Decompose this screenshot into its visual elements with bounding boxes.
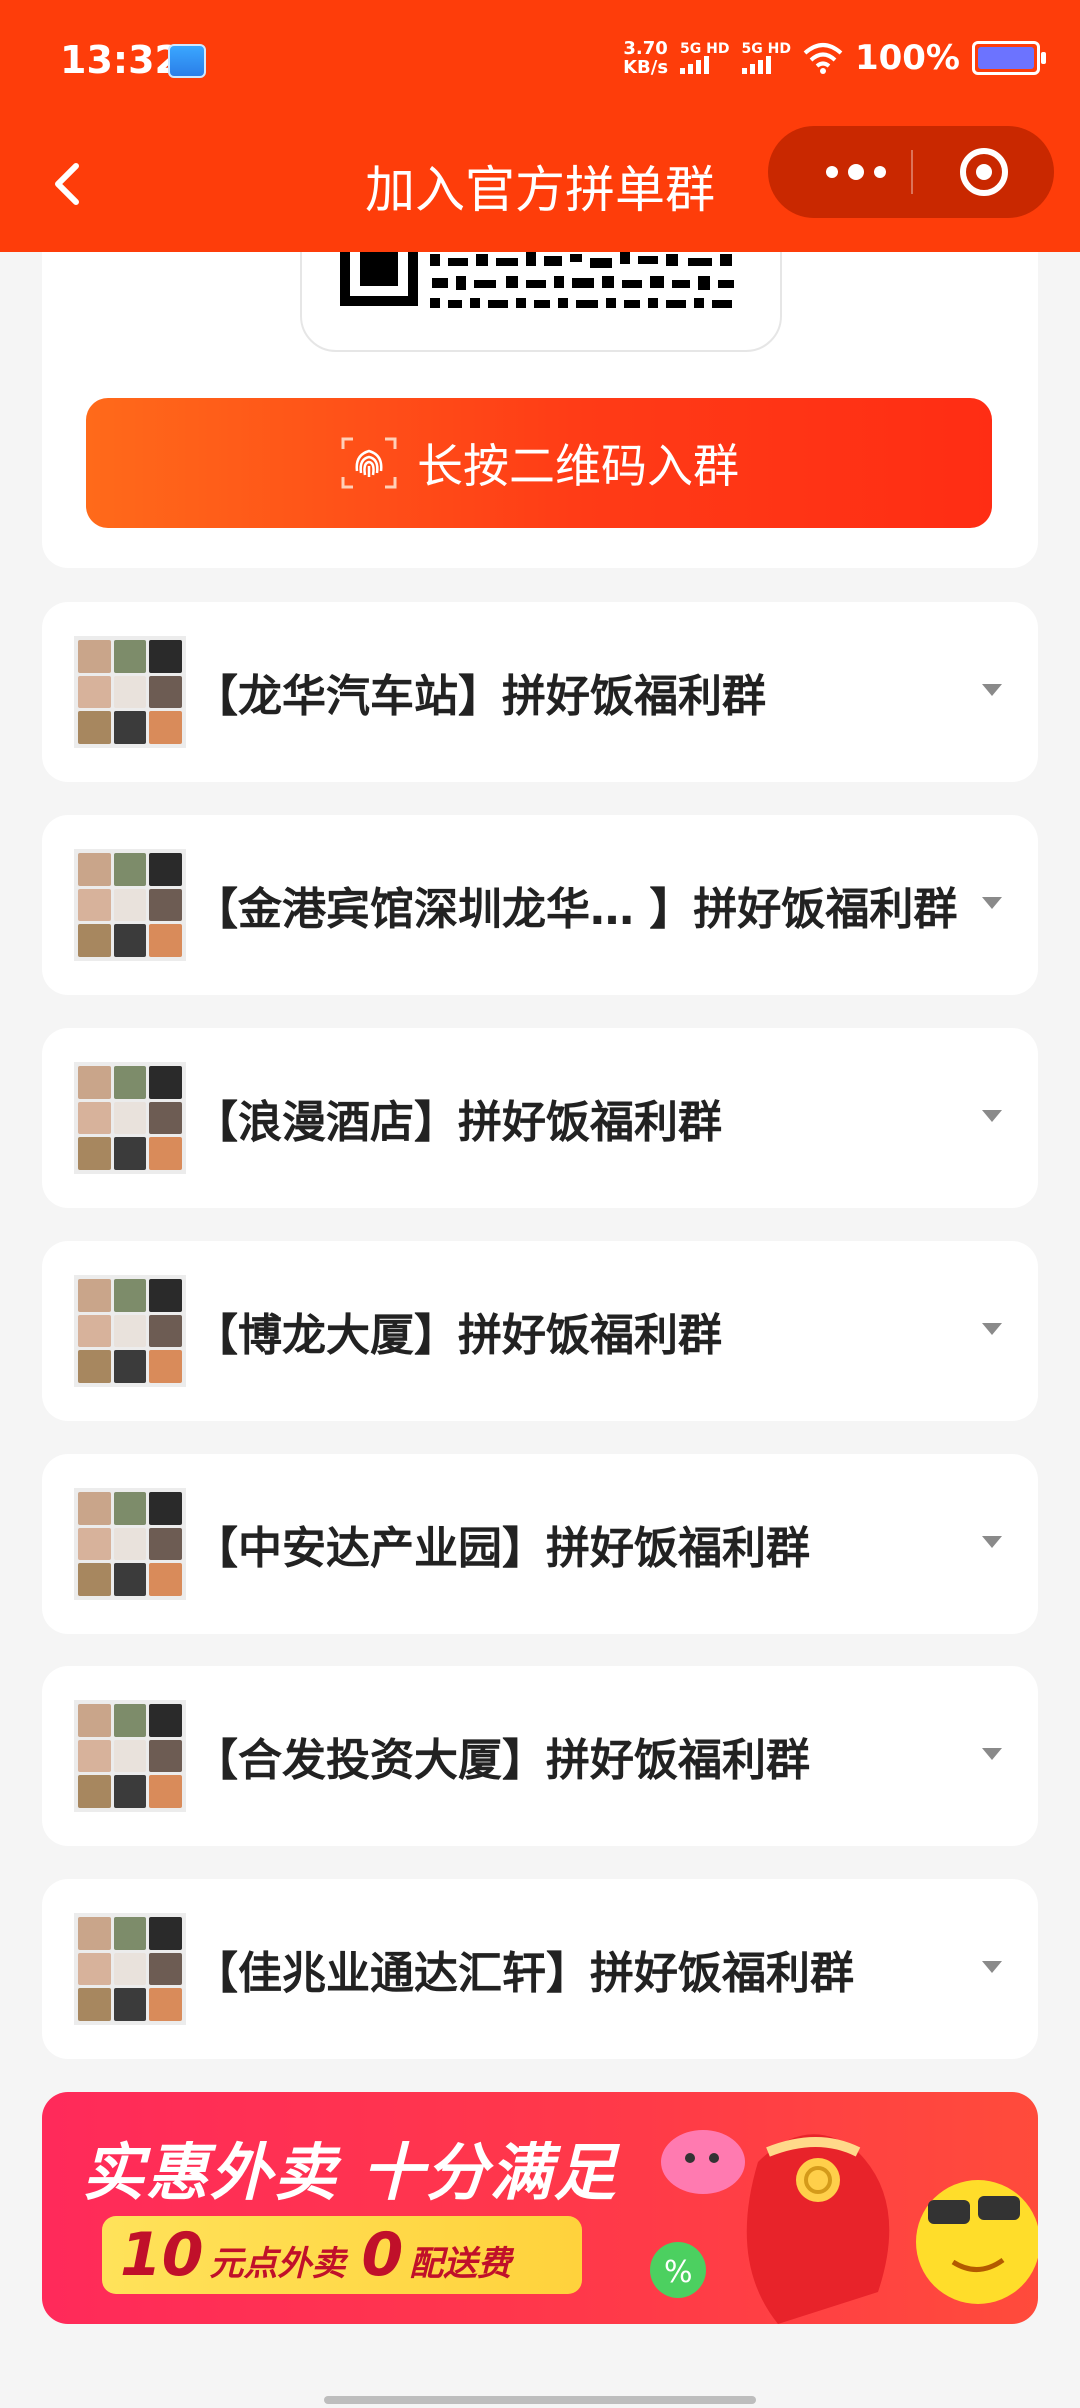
join-button-label: 长按二维码入群 [417,439,739,493]
top-bar: 13:32 3.70 KB/s 5G HD 5G HD 100% 加入官方拼单群 [0,0,1080,252]
group-item[interactable]: 【合发投资大厦】拼好饭福利群 [42,1666,1038,1846]
more-dots-icon[interactable] [806,126,906,218]
chevron-down-icon[interactable] [982,897,1002,909]
group-item[interactable]: 【博龙大厦】拼好饭福利群 [42,1241,1038,1421]
group-item[interactable]: 【金港宾馆深圳龙华… 】拼好饭福利群 [42,815,1038,995]
promo-banner[interactable]: 实惠外卖 十分满足 10 元点外卖 0 配送费 % [42,2092,1038,2324]
banner-title: 实惠外卖 十分满足 [82,2136,618,2209]
group-avatar [74,1062,186,1174]
status-indicators: 3.70 KB/s 5G HD 5G HD 100% [623,38,1046,78]
group-name: 【龙华汽车站】拼好饭福利群 [194,671,766,722]
fingerprint-icon [341,437,397,489]
chevron-down-icon[interactable] [982,1536,1002,1548]
banner-offer: 10 元点外卖 0 配送费 [102,2216,582,2294]
group-item[interactable]: 【中安达产业园】拼好饭福利群 [42,1454,1038,1634]
status-bar: 13:32 3.70 KB/s 5G HD 5G HD 100% [0,0,1080,126]
group-avatar [74,636,186,748]
chevron-down-icon[interactable] [982,1748,1002,1760]
group-avatar [74,849,186,961]
battery-icon [972,41,1046,75]
group-item[interactable]: 【佳兆业通达汇轩】拼好饭福利群 [42,1879,1038,2059]
close-mini-program-button[interactable] [958,146,1010,198]
chevron-down-icon[interactable] [982,1110,1002,1122]
group-avatar [74,1275,186,1387]
group-avatar [74,1488,186,1600]
signal-sim2-icon: 5G HD [741,42,791,74]
group-item[interactable]: 【龙华汽车站】拼好饭福利群 [42,602,1038,782]
group-avatar [74,1700,186,1812]
chevron-down-icon[interactable] [982,684,1002,696]
home-indicator[interactable] [324,2396,756,2404]
group-name: 【佳兆业通达汇轩】拼好饭福利群 [194,1948,854,1999]
network-speed: 3.70 KB/s [623,38,669,78]
group-name: 【中安达产业园】拼好饭福利群 [194,1523,810,1574]
group-name: 【合发投资大厦】拼好饭福利群 [194,1735,810,1786]
group-name: 【博龙大厦】拼好饭福利群 [194,1310,722,1361]
status-time: 13:32 [60,38,181,82]
capsule-divider [911,150,913,194]
app-notification-icon [168,44,206,78]
group-name: 【浪漫酒店】拼好饭福利群 [194,1097,722,1148]
mini-program-capsule [768,126,1054,218]
svg-text:%: % [664,2255,693,2290]
group-name: 【金港宾馆深圳龙华… 】拼好饭福利群 [194,884,958,935]
signal-sim1-icon: 5G HD [680,42,730,74]
long-press-join-button[interactable]: 长按二维码入群 [86,398,992,528]
nav-bar: 加入官方拼单群 [0,126,1080,252]
wifi-icon [803,43,843,74]
chevron-down-icon[interactable] [982,1323,1002,1335]
red-envelope-mascot-illustration: % [650,2130,1038,2324]
group-avatar [74,1913,186,2025]
chevron-down-icon[interactable] [982,1961,1002,1973]
group-item[interactable]: 【浪漫酒店】拼好饭福利群 [42,1028,1038,1208]
battery-percentage: 100% [854,38,960,78]
